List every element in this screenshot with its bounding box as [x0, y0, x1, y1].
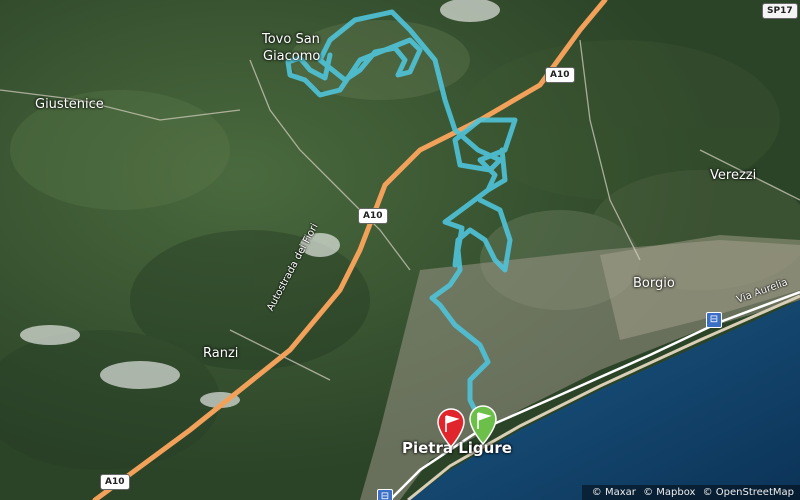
train-station-icon[interactable]: ⊟: [377, 489, 393, 500]
place-label-tovo-2: Giacomo: [263, 49, 321, 64]
satellite-map[interactable]: Tovo San Giacomo Giustenice Verezzi Borg…: [0, 0, 800, 500]
road-shield-a10-top: A10: [545, 67, 575, 83]
place-label-tovo-1: Tovo San: [262, 32, 320, 47]
place-label-giustenice: Giustenice: [35, 97, 104, 112]
train-station-icon[interactable]: ⊟: [706, 312, 722, 328]
road-shield-a10-bottom: A10: [100, 474, 130, 490]
attribution-maxar[interactable]: © Maxar: [592, 487, 636, 498]
attribution-osm[interactable]: © OpenStreetMap: [703, 487, 794, 498]
road-shield-sp17: SP17: [762, 3, 798, 19]
attribution-mapbox[interactable]: © Mapbox: [643, 487, 695, 498]
finish-flag-pin[interactable]: [436, 408, 466, 448]
map-attribution: © Maxar © Mapbox © OpenStreetMap: [581, 485, 800, 500]
place-label-verezzi: Verezzi: [710, 168, 757, 183]
place-label-borgio: Borgio: [633, 276, 675, 291]
road-shield-a10-mid: A10: [358, 208, 388, 224]
start-flag-pin[interactable]: [468, 405, 498, 445]
terrain-layer: [0, 0, 800, 500]
place-label-ranzi: Ranzi: [203, 346, 239, 361]
